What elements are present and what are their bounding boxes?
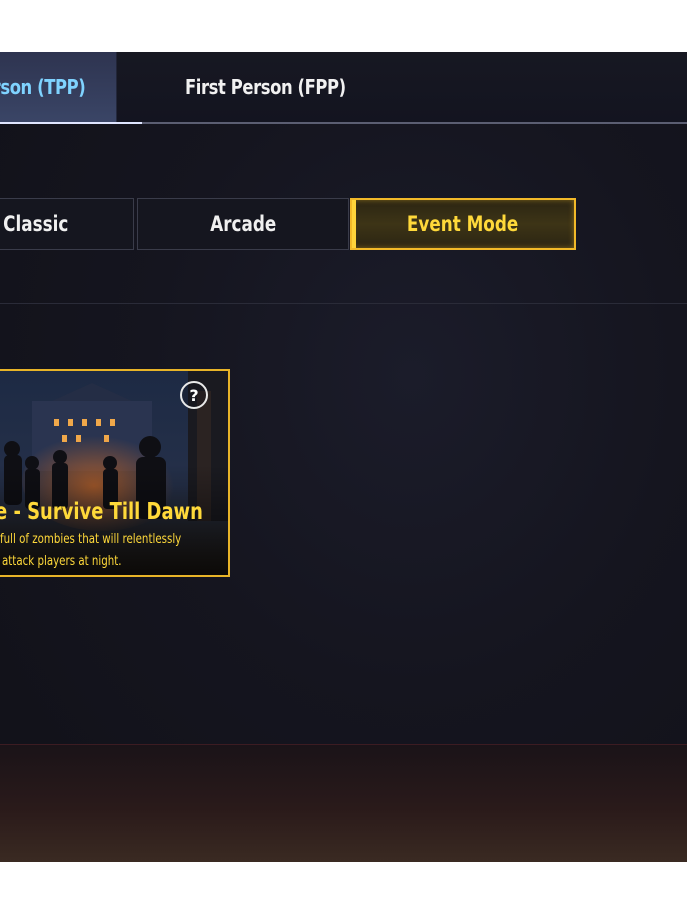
mode-event-button[interactable]: Event Mode bbox=[350, 198, 576, 250]
mode-classic-label: Classic bbox=[3, 212, 69, 236]
mode-classic-button[interactable]: Classic bbox=[0, 198, 134, 250]
event-card-description-line2: attack players at night. bbox=[2, 553, 122, 569]
section-divider bbox=[0, 303, 687, 304]
mode-event-label: Event Mode bbox=[407, 212, 519, 236]
bottom-divider bbox=[0, 744, 687, 745]
game-screen: erson (TPP) First Person (FPP) Classic A… bbox=[0, 52, 687, 862]
bottom-panel-background bbox=[0, 744, 687, 862]
tab-third-person[interactable]: erson (TPP) bbox=[0, 52, 117, 122]
mode-arcade-button[interactable]: Arcade bbox=[137, 198, 349, 250]
event-card-title: ie - Survive Till Dawn bbox=[0, 499, 226, 529]
event-card-title-text: ie - Survive Till Dawn bbox=[0, 499, 203, 525]
tab-third-person-indicator bbox=[0, 122, 142, 124]
event-mode-card[interactable]: ? ie - Survive Till Dawn full of zombies… bbox=[0, 369, 230, 577]
tab-third-person-label: erson (TPP) bbox=[0, 75, 86, 99]
mode-arcade-label: Arcade bbox=[209, 212, 276, 236]
perspective-tab-bar: erson (TPP) First Person (FPP) bbox=[0, 52, 687, 124]
tab-first-person[interactable]: First Person (FPP) bbox=[185, 52, 346, 122]
mode-tab-row: Classic Arcade Event Mode bbox=[0, 198, 687, 252]
event-card-description-line1: full of zombies that will relentlessly bbox=[0, 531, 182, 547]
tab-first-person-label: First Person (FPP) bbox=[185, 75, 346, 99]
help-question-glyph: ? bbox=[189, 385, 199, 405]
help-question-icon[interactable]: ? bbox=[180, 381, 208, 409]
